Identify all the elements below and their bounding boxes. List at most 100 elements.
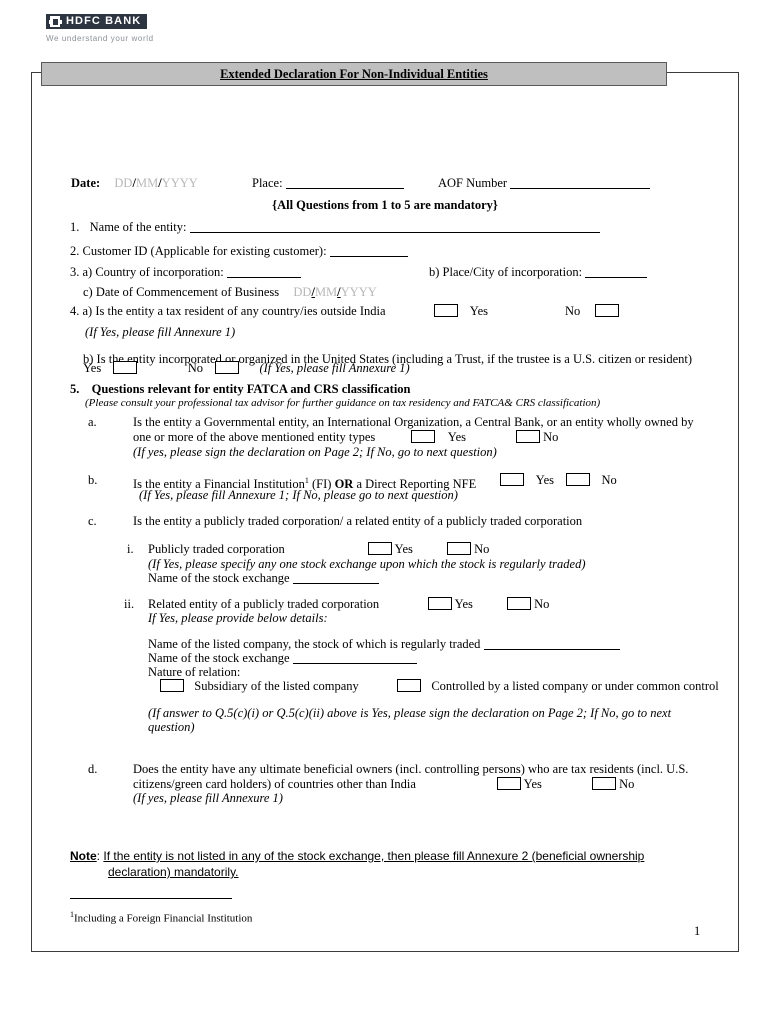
question-3-number: 3. bbox=[70, 265, 80, 279]
subsidiary-checkbox[interactable] bbox=[160, 679, 184, 692]
footnote-separator bbox=[70, 898, 232, 899]
question-5a-yes-label: Yes bbox=[447, 430, 466, 444]
question-5-heading-row: 5. Questions relevant for entity FATCA a… bbox=[70, 382, 411, 397]
question-4a-yes-group: Yes bbox=[434, 304, 488, 319]
question-5ci-hint: (If Yes, please specify any one stock ex… bbox=[148, 557, 586, 571]
cii-exchange-row: Name of the stock exchange bbox=[148, 651, 417, 666]
question-5d-yes-group: Yes bbox=[497, 777, 542, 792]
document-title-bar: Extended Declaration For Non-Individual … bbox=[41, 62, 667, 86]
question-5a-no-checkbox[interactable] bbox=[516, 430, 540, 443]
question-5d-marker: d. bbox=[88, 762, 98, 776]
question-5-heading: Questions relevant for entity FATCA and … bbox=[91, 382, 411, 396]
question-5a-hint: (If yes, please sign the declaration on … bbox=[133, 445, 497, 459]
question-3b-label: b) Place/City of incorporation: bbox=[429, 265, 583, 279]
nature-of-relation-options: Subsidiary of the listed company Control… bbox=[160, 679, 719, 694]
question-5a-line2: one or more of the above mentioned entit… bbox=[133, 430, 376, 444]
question-4a-no-group: No bbox=[565, 304, 619, 319]
customer-id-input[interactable] bbox=[329, 256, 408, 257]
question-5c-hint-line2: question) bbox=[148, 720, 195, 734]
question-5d-line1: Does the entity have any ultimate benefi… bbox=[133, 762, 689, 776]
place-field-group: Place: bbox=[252, 176, 404, 191]
question-4b-no-checkbox[interactable] bbox=[215, 361, 240, 374]
logo-brand-name: HDFC BANK bbox=[66, 15, 142, 27]
question-5b-yes-checkbox[interactable] bbox=[500, 473, 524, 486]
commencement-mm-input[interactable]: MM bbox=[315, 285, 337, 299]
question-5cii-yes-label: Yes bbox=[454, 597, 473, 611]
place-city-of-incorporation-input[interactable] bbox=[585, 277, 648, 278]
question-1-label: Name of the entity: bbox=[89, 220, 187, 234]
date-yyyy-input[interactable]: YYYY bbox=[162, 176, 198, 190]
question-4a-yes-checkbox[interactable] bbox=[434, 304, 458, 317]
question-4b-answers: Yes No (If Yes, please fill Annexure 1) bbox=[83, 361, 410, 376]
question-2-label: Customer ID (Applicable for existing cus… bbox=[82, 244, 327, 258]
question-3-a: 3. a) Country of incorporation: bbox=[70, 265, 301, 280]
question-4b-hint: (If Yes, please fill Annexure 1) bbox=[259, 361, 410, 375]
question-5a-yes-checkbox[interactable] bbox=[411, 430, 435, 443]
question-1: 1. Name of the entity: bbox=[70, 220, 600, 235]
question-5b-answers: Yes No bbox=[500, 473, 617, 488]
logo-bar: HDFC BANK bbox=[46, 14, 148, 29]
date-field-group: Date: DD/MM/YYYY bbox=[71, 176, 198, 191]
question-5b-yes-label: Yes bbox=[535, 473, 554, 487]
commencement-dd-input[interactable]: DD bbox=[293, 285, 311, 299]
question-5a-marker: a. bbox=[88, 415, 97, 429]
question-4b-no-label: No bbox=[187, 361, 203, 375]
question-4b-yes-checkbox[interactable] bbox=[113, 361, 138, 374]
date-mm-input[interactable]: MM bbox=[136, 176, 158, 190]
question-4a-no-checkbox[interactable] bbox=[594, 304, 619, 317]
question-4a-hint: (If Yes, please fill Annexure 1) bbox=[85, 325, 236, 339]
question-5c-hint-line1: (If answer to Q.5(c)(i) or Q.5(c)(ii) ab… bbox=[148, 706, 672, 720]
question-3-b: b) Place/City of incorporation: bbox=[429, 265, 648, 280]
question-5cii-no-label: No bbox=[534, 597, 550, 611]
note-block: Note: If the entity is not listed in any… bbox=[70, 848, 644, 864]
commencement-yyyy-input[interactable]: YYYY bbox=[341, 285, 377, 299]
aof-label: AOF Number bbox=[438, 176, 508, 190]
cii-exchange-input[interactable] bbox=[292, 663, 417, 664]
question-5ci-exchange-input[interactable] bbox=[292, 583, 379, 584]
controlled-by-listed-label: Controlled by a listed company or under … bbox=[431, 679, 719, 693]
question-5ci-marker: i. bbox=[127, 542, 134, 556]
country-of-incorporation-input[interactable] bbox=[226, 277, 301, 278]
aof-field-group: AOF Number bbox=[438, 176, 651, 191]
question-5ci-no-checkbox[interactable] bbox=[447, 542, 471, 555]
question-5ci-no-group: No bbox=[447, 542, 489, 557]
hdfc-square-mark-icon bbox=[49, 16, 62, 27]
question-5a-yes-group: Yes bbox=[411, 430, 466, 445]
controlled-by-listed-checkbox[interactable] bbox=[397, 679, 422, 692]
question-5cii-no-checkbox[interactable] bbox=[507, 597, 531, 610]
question-4b-yes-label: Yes bbox=[83, 361, 102, 375]
entity-name-input[interactable] bbox=[189, 232, 600, 233]
question-4a-label: a) Is the entity a tax resident of any c… bbox=[82, 304, 386, 318]
question-5ci-yes-group: Yes bbox=[368, 542, 413, 557]
question-5b-no-checkbox[interactable] bbox=[566, 473, 591, 486]
place-input[interactable] bbox=[285, 188, 404, 189]
question-5d-no-checkbox[interactable] bbox=[592, 777, 616, 790]
question-1-number: 1. bbox=[70, 220, 80, 234]
question-5ci-exchange-row: Name of the stock exchange bbox=[148, 571, 379, 586]
note-label: Note bbox=[70, 849, 97, 863]
subsidiary-label: Subsidiary of the listed company bbox=[194, 679, 359, 693]
note-line-2: declaration) mandatorily. bbox=[108, 865, 239, 879]
question-5d-yes-label: Yes bbox=[523, 777, 542, 791]
question-5a-line1: Is the entity a Governmental entity, an … bbox=[133, 415, 694, 429]
listed-company-input[interactable] bbox=[483, 649, 620, 650]
question-5ci-exchange-label: Name of the stock exchange bbox=[148, 571, 290, 585]
aof-input[interactable] bbox=[510, 188, 651, 189]
question-5d-yes-checkbox[interactable] bbox=[497, 777, 521, 790]
question-5b-marker: b. bbox=[88, 473, 98, 487]
question-3a-label: a) Country of incorporation: bbox=[82, 265, 224, 279]
question-3-c: c) Date of Commencement of Business DD/M… bbox=[83, 285, 377, 300]
listed-company-row: Name of the listed company, the stock of… bbox=[148, 637, 620, 652]
question-5d-no-label: No bbox=[619, 777, 635, 791]
logo-tagline: We understand your world bbox=[46, 34, 154, 43]
question-5ci-label: Publicly traded corporation bbox=[148, 542, 285, 556]
question-5-number: 5. bbox=[70, 382, 80, 396]
date-dd-input[interactable]: DD bbox=[114, 176, 132, 190]
question-2-number: 2. bbox=[70, 244, 80, 258]
question-5cii-yes-checkbox[interactable] bbox=[428, 597, 452, 610]
question-5b-no-label: No bbox=[601, 473, 617, 487]
question-5ci-yes-checkbox[interactable] bbox=[368, 542, 392, 555]
question-4-a: 4. a) Is the entity a tax resident of an… bbox=[70, 304, 386, 319]
cii-exchange-label: Name of the stock exchange bbox=[148, 651, 290, 665]
question-5a-no-label: No bbox=[543, 430, 559, 444]
